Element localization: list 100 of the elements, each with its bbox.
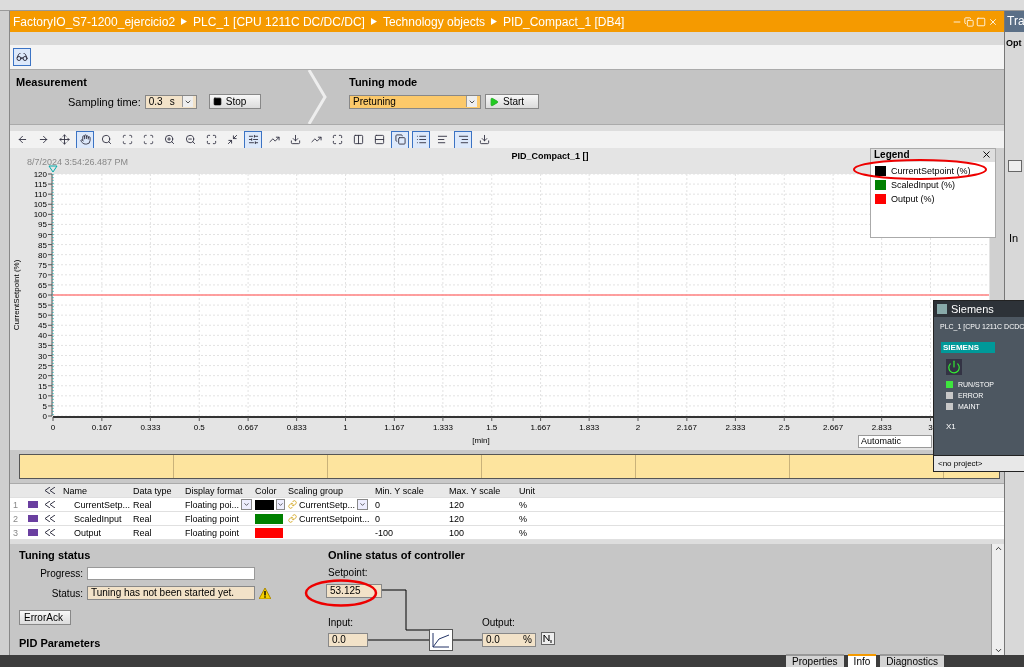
caret-icon[interactable] xyxy=(466,96,477,107)
output-field: 0.0 % xyxy=(482,633,536,647)
axis-tick-label: 1.667 xyxy=(530,423,551,432)
axis-tick-label: 1.5 xyxy=(486,423,498,432)
panel-title: Tra xyxy=(1005,11,1024,32)
row-number: 2 xyxy=(12,512,19,525)
row-number: 1 xyxy=(12,498,19,511)
color-swatch[interactable] xyxy=(255,513,283,524)
field-label: Setpoint: xyxy=(328,567,368,578)
axis-tick-label: 2.833 xyxy=(871,423,892,432)
color-swatch[interactable] xyxy=(255,499,274,510)
axis-tick-label: 1.333 xyxy=(432,423,453,432)
timeline-bar[interactable] xyxy=(19,454,1000,479)
setpoint-field: 53.125 xyxy=(326,584,382,598)
axis-tick-label: 75 xyxy=(38,260,47,270)
window-title: Siemens xyxy=(951,303,994,315)
power-icon[interactable] xyxy=(946,359,962,375)
axis-tick-label: 0.667 xyxy=(238,423,259,432)
table-cell-text: Floating point xyxy=(184,512,241,525)
axis-tick-label: 10 xyxy=(38,391,47,401)
column-header: Name xyxy=(62,484,88,497)
manual-mode-icon[interactable] xyxy=(541,632,555,645)
axis-tick-label: 0.833 xyxy=(286,423,307,432)
axis-tick-label: 110 xyxy=(34,190,47,200)
axis-tick-label: 120 xyxy=(33,170,47,179)
dropdown-icon[interactable] xyxy=(276,499,285,510)
status-field: Tuning has not been started yet. xyxy=(87,586,255,600)
x-axis-label: [min] xyxy=(472,436,490,445)
column-header: Unit xyxy=(518,484,536,497)
table-cell-text: Real xyxy=(132,498,153,511)
breadcrumb-arrow-icon xyxy=(370,18,377,25)
signal-icon xyxy=(45,487,55,494)
axis-tick-label: 2.5 xyxy=(778,423,790,432)
connector-line xyxy=(379,589,430,631)
legend-label: CurrentSetpoint (%) xyxy=(891,166,971,176)
field-label: Output: xyxy=(482,617,515,628)
axis-tick-label: 35 xyxy=(38,341,47,351)
breadcrumb-arrow-icon xyxy=(491,18,497,25)
axis-tick-label: 0 xyxy=(50,423,56,432)
axis-tick-label: 40 xyxy=(38,331,47,341)
axis-tick-label: 0.167 xyxy=(91,423,112,432)
table-cell-text: -100 xyxy=(374,526,394,539)
legend-label: ScaledInput (%) xyxy=(891,180,956,190)
axis-tick-label: 0 xyxy=(42,412,47,421)
close-icon[interactable] xyxy=(981,149,992,160)
inspector-tab[interactable]: Properties xyxy=(786,654,844,667)
axis-tick-label: 2.667 xyxy=(823,423,844,432)
color-swatch[interactable] xyxy=(255,527,283,538)
column-header: Display format xyxy=(184,484,244,497)
table-cell: CurrentSetp... xyxy=(299,499,356,510)
dropdown-icon[interactable] xyxy=(357,499,369,510)
section-title: Online status of controller xyxy=(328,549,466,561)
caret-icon[interactable] xyxy=(181,96,193,107)
axis-tick-label: 30 xyxy=(38,351,47,361)
axis-tick-label: 70 xyxy=(38,270,47,280)
panel-tab[interactable]: Opt xyxy=(1005,32,1024,48)
controller-block-icon xyxy=(429,629,453,651)
axis-tick-label: 1 xyxy=(343,423,348,432)
errorack-button[interactable]: ErrorAck xyxy=(19,610,71,625)
axis-tick-label: 50 xyxy=(38,311,47,321)
section-title: In xyxy=(1008,231,1020,244)
signal-icon xyxy=(45,501,55,508)
table-cell-text: CurrentSetp... xyxy=(73,498,130,511)
checkbox[interactable] xyxy=(1008,160,1022,172)
inspector-tab[interactable]: Diagnostics xyxy=(880,654,944,667)
scrollbar[interactable] xyxy=(991,544,1004,655)
y-axis-label: CurrentSetpoint (%) xyxy=(12,259,21,331)
axis-tick-label: 85 xyxy=(38,240,47,250)
start-button[interactable]: Start xyxy=(485,94,540,109)
legend-title: Legend xyxy=(874,149,910,160)
play-icon xyxy=(489,96,499,107)
axis-tick-label: 100 xyxy=(33,210,47,220)
timestamp: 8/7/2024 3:54:26.487 PM xyxy=(27,157,129,167)
axis-tick-label: 95 xyxy=(38,220,47,230)
table-cell-text: ScaledInput xyxy=(73,512,123,525)
axis-tick-label: 2.333 xyxy=(725,423,746,432)
tuning-mode-dropdown[interactable]: Pretuning xyxy=(349,94,481,109)
x-axis-mode-dropdown[interactable]: Automatic xyxy=(858,435,932,448)
chart-title: PID_Compact_1 [] xyxy=(511,151,589,161)
connector-line xyxy=(365,639,430,641)
dropdown-icon[interactable] xyxy=(241,499,252,510)
column-header: Max. Y scale xyxy=(448,484,502,497)
axis-tick-label: 45 xyxy=(38,321,47,331)
axis-tick-label: 105 xyxy=(33,200,47,210)
glasses-icon[interactable] xyxy=(13,48,31,66)
breadcrumb-arrow-icon xyxy=(181,18,188,25)
scroll-up-icon[interactable] xyxy=(993,544,1003,553)
table-cell-text: 120 xyxy=(448,498,466,511)
inspector-tab[interactable]: Info xyxy=(847,654,877,667)
scroll-down-icon[interactable] xyxy=(993,646,1003,655)
stop-button[interactable]: Stop xyxy=(208,94,262,109)
axis-tick-label: 3 xyxy=(928,423,933,432)
field-label: Input: xyxy=(328,617,354,628)
signal-icon xyxy=(45,529,55,536)
table-cell-text: % xyxy=(518,498,528,511)
table-cell-text: 120 xyxy=(448,512,466,525)
axis-tick-label: 25 xyxy=(38,361,47,371)
sampling-time-field[interactable]: 0.3 s xyxy=(144,94,197,109)
cursor-marker-icon xyxy=(48,165,58,173)
column-header: Data type xyxy=(132,484,173,497)
